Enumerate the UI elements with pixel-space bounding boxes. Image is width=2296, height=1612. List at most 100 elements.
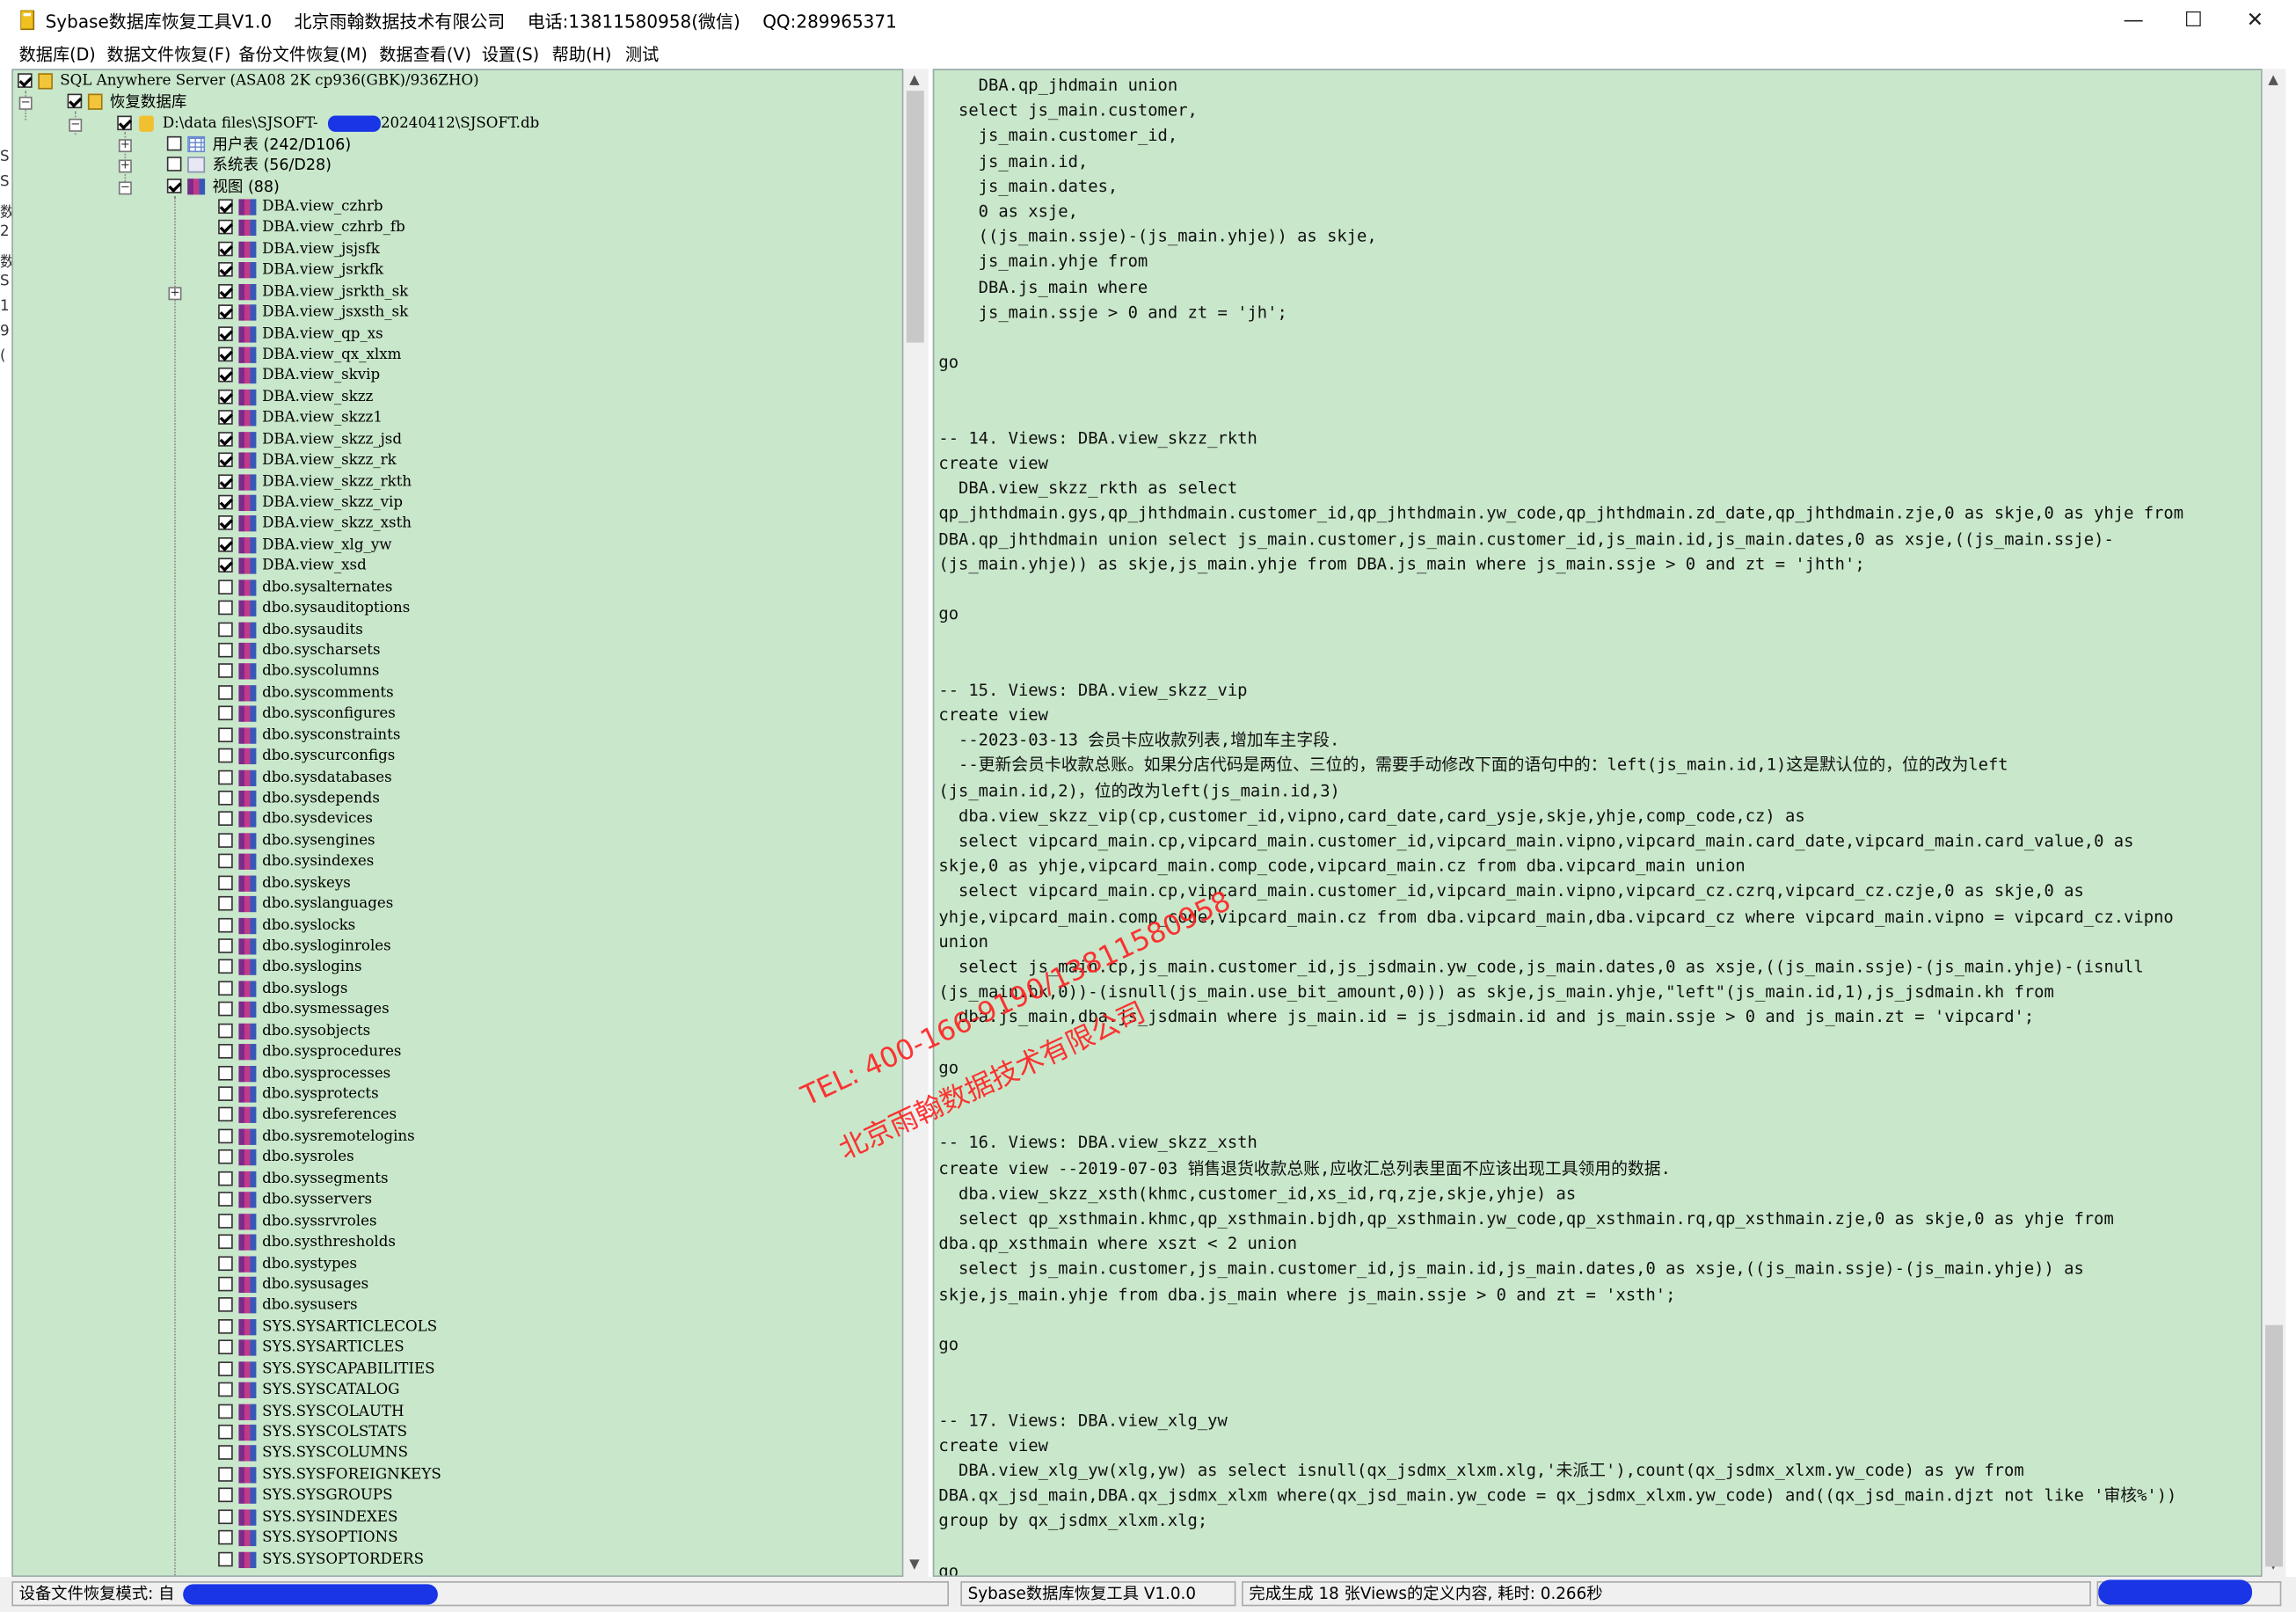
view-checkbox[interactable] — [218, 896, 233, 911]
view-checkbox[interactable] — [218, 199, 233, 215]
view-checkbox[interactable] — [218, 1234, 233, 1250]
view-checkbox[interactable] — [218, 1213, 233, 1229]
edge-fragment: 9 — [0, 323, 10, 340]
view-checkbox[interactable] — [218, 812, 233, 827]
view-checkbox[interactable] — [218, 705, 233, 721]
redacted-mark — [183, 1584, 438, 1605]
view-checkbox[interactable] — [218, 220, 233, 236]
menu-help[interactable]: 帮助(H) — [552, 42, 612, 66]
view-checkbox[interactable] — [218, 1086, 233, 1102]
view-icon — [238, 1107, 257, 1124]
view-name: dbo.sysdevices — [262, 812, 373, 828]
view-checkbox[interactable] — [218, 579, 233, 594]
object-tree[interactable]: SQL Anywhere Server (ASA08 2K cp936(GBK)… — [11, 69, 904, 1578]
view-checkbox[interactable] — [218, 304, 233, 320]
view-checkbox[interactable] — [218, 791, 233, 806]
view-checkbox[interactable] — [218, 1403, 233, 1419]
view-checkbox[interactable] — [218, 854, 233, 869]
view-checkbox[interactable] — [218, 1424, 233, 1440]
view-checkbox[interactable] — [218, 283, 233, 299]
view-checkbox[interactable] — [218, 1255, 233, 1271]
view-checkbox[interactable] — [218, 770, 233, 784]
view-checkbox[interactable] — [218, 981, 233, 996]
view-checkbox[interactable] — [218, 621, 233, 637]
view-checkbox[interactable] — [218, 346, 233, 362]
view-checkbox[interactable] — [218, 727, 233, 742]
view-checkbox[interactable] — [218, 600, 233, 616]
menu-test[interactable]: 测试 — [625, 42, 659, 66]
view-checkbox[interactable] — [218, 1171, 233, 1186]
view-checkbox[interactable] — [218, 494, 233, 510]
view-checkbox[interactable] — [218, 241, 233, 257]
view-checkbox[interactable] — [218, 1487, 233, 1503]
view-checkbox[interactable] — [218, 1318, 233, 1334]
view-checkbox[interactable] — [218, 1276, 233, 1292]
view-icon — [238, 663, 257, 681]
view-checkbox[interactable] — [218, 684, 233, 700]
view-checkbox[interactable] — [218, 1382, 233, 1397]
view-icon — [238, 494, 257, 512]
view-checkbox[interactable] — [218, 473, 233, 489]
view-checkbox[interactable] — [218, 1192, 233, 1207]
view-checkbox[interactable] — [218, 917, 233, 932]
view-checkbox[interactable] — [218, 325, 233, 341]
view-name: SYS.SYSOPTIONS — [262, 1529, 398, 1547]
scroll-up-icon[interactable]: ▲ — [2268, 73, 2278, 88]
view-checkbox[interactable] — [218, 1466, 233, 1482]
menu-data-file-recovery[interactable]: 数据文件恢复(F) — [107, 42, 231, 66]
view-checkbox[interactable] — [218, 1107, 233, 1123]
close-button[interactable]: ✕ — [2228, 6, 2281, 35]
view-checkbox[interactable] — [218, 1128, 233, 1144]
view-checkbox[interactable] — [218, 1445, 233, 1461]
view-checkbox[interactable] — [218, 663, 233, 679]
view-checkbox[interactable] — [218, 452, 233, 468]
sql-editor[interactable]: DBA.qp_jhdmain union select js_main.cust… — [932, 69, 2263, 1578]
view-checkbox[interactable] — [218, 1065, 233, 1081]
view-icon — [238, 304, 257, 321]
view-checkbox[interactable] — [218, 1339, 233, 1355]
code-line: DBA.view_skzz_rkth as select — [938, 478, 1238, 499]
tree-scroll-thumb[interactable] — [906, 91, 924, 343]
view-checkbox[interactable] — [218, 1508, 233, 1524]
view-checkbox[interactable] — [218, 515, 233, 531]
view-checkbox[interactable] — [218, 536, 233, 552]
view-checkbox[interactable] — [218, 875, 233, 890]
menu-data-view[interactable]: 数据查看(V) — [379, 42, 471, 66]
view-checkbox[interactable] — [218, 1297, 233, 1313]
view-checkbox[interactable] — [218, 558, 233, 573]
view-checkbox[interactable] — [218, 368, 233, 383]
view-checkbox[interactable] — [218, 1360, 233, 1376]
view-checkbox[interactable] — [218, 1529, 233, 1545]
scroll-up-icon[interactable]: ▲ — [909, 73, 920, 88]
view-checkbox[interactable] — [218, 1149, 233, 1165]
collapse-icon[interactable]: − — [118, 181, 132, 195]
view-checkbox[interactable] — [218, 748, 233, 763]
view-checkbox[interactable] — [218, 410, 233, 426]
expand-icon[interactable]: + — [118, 138, 132, 153]
view-checkbox[interactable] — [218, 1044, 233, 1059]
scroll-down-icon[interactable]: ▼ — [909, 1557, 920, 1572]
expand-icon[interactable]: + — [118, 159, 132, 173]
maximize-button[interactable]: ☐ — [2167, 6, 2219, 35]
view-checkbox[interactable] — [218, 833, 233, 848]
collapse-icon[interactable]: − — [18, 96, 33, 110]
menu-database[interactable]: 数据库(D) — [19, 42, 96, 66]
view-checkbox[interactable] — [218, 959, 233, 974]
view-checkbox[interactable] — [218, 389, 233, 405]
expand-icon[interactable]: + — [168, 286, 182, 300]
table-icon — [187, 135, 206, 153]
view-icon — [238, 579, 257, 596]
collapse-icon[interactable]: − — [69, 118, 83, 132]
menu-backup-file-recovery[interactable]: 备份文件恢复(M) — [238, 42, 367, 66]
view-checkbox[interactable] — [218, 262, 233, 278]
server-icon — [38, 73, 53, 90]
minimize-button[interactable]: — — [2107, 6, 2160, 35]
view-checkbox[interactable] — [218, 938, 233, 953]
view-checkbox[interactable] — [218, 431, 233, 447]
menu-settings[interactable]: 设置(S) — [482, 42, 539, 66]
editor-scroll-thumb[interactable] — [2265, 1324, 2284, 1567]
view-checkbox[interactable] — [218, 1550, 233, 1566]
view-checkbox[interactable] — [218, 642, 233, 658]
view-checkbox[interactable] — [218, 1002, 233, 1017]
view-checkbox[interactable] — [218, 1023, 233, 1038]
